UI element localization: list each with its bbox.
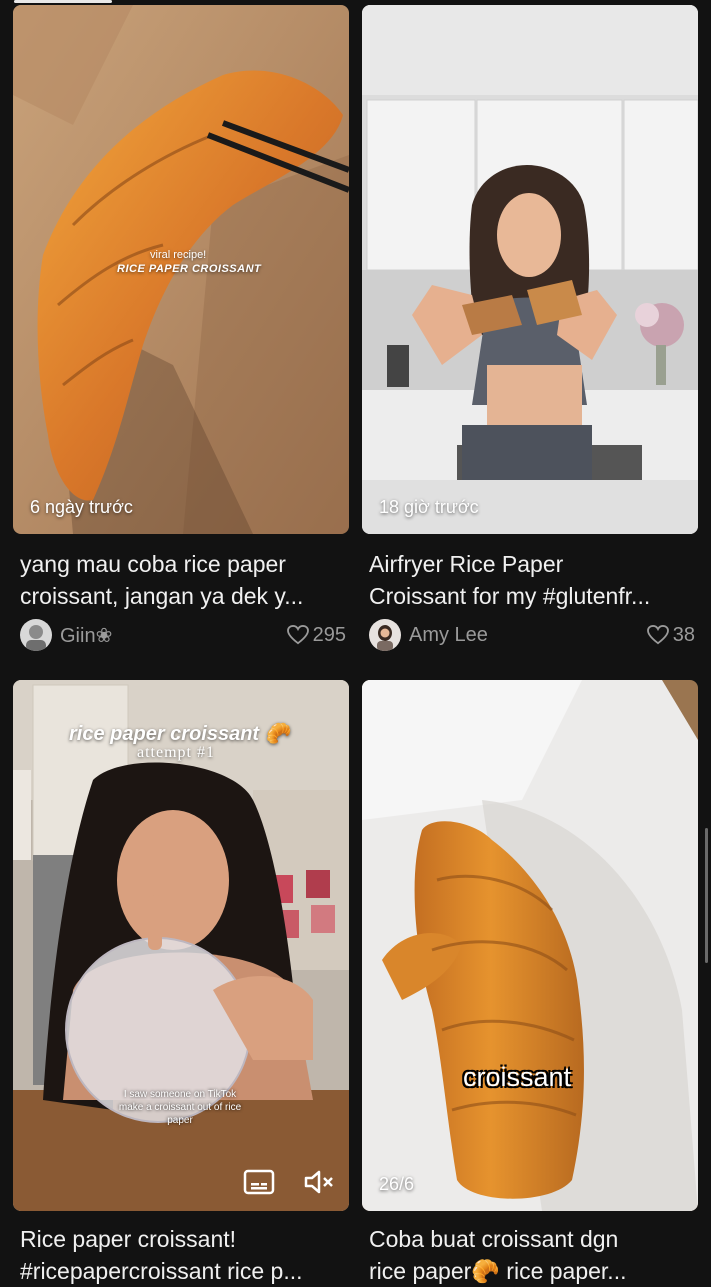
baked-croissant-photo	[362, 680, 698, 1211]
author-avatar[interactable]	[369, 619, 401, 651]
top-progress-indicator	[14, 0, 112, 3]
post-date: 6 ngày trước	[30, 497, 133, 517]
video-title[interactable]: Coba buat croissant dgn rice paper🥐 rice…	[369, 1223, 695, 1287]
author-avatar[interactable]	[20, 619, 52, 651]
like-count[interactable]: 295	[286, 624, 346, 647]
video-title[interactable]: Rice paper croissant! #ricepapercroissan…	[20, 1223, 346, 1287]
scrollbar[interactable]	[705, 828, 708, 963]
video-title[interactable]: Airfryer Rice Paper Croissant for my #gl…	[369, 548, 695, 612]
overlay-title: rice paper croissant 🥐	[69, 723, 290, 745]
video-meta: Giin❀ 295	[20, 618, 346, 652]
overlay-caption: I saw someone on TikTok make a croissant…	[118, 1089, 242, 1126]
kitchen-photo	[362, 5, 698, 534]
video-thumbnail[interactable]: viral recipe! RICE PAPER CROISSANT 6 ngà…	[13, 5, 349, 534]
post-date: 18 giờ trước	[379, 497, 479, 517]
video-meta: Amy Lee 38	[369, 618, 695, 652]
speaker-muted-icon	[304, 1170, 333, 1194]
video-thumbnail[interactable]: 18 giờ trước	[362, 5, 698, 534]
like-count[interactable]: 38	[646, 624, 695, 647]
overlay-caption-small: viral recipe!	[150, 249, 207, 261]
overlay-word: croissant	[463, 1062, 572, 1092]
post-date: 26/6	[379, 1174, 415, 1194]
author-name[interactable]: Amy Lee	[409, 624, 647, 647]
captions-button[interactable]	[241, 1166, 277, 1198]
mute-button[interactable]	[301, 1166, 337, 1198]
heart-icon	[646, 625, 669, 645]
heart-icon	[286, 625, 309, 645]
author-name[interactable]: Giin❀	[60, 623, 287, 648]
overlay-subtitle: attempt #1	[137, 744, 215, 761]
video-thumbnail[interactable]: rice paper croissant 🥐 attempt #1 I saw …	[13, 680, 349, 1211]
overlay-caption-title: RICE PAPER CROISSANT	[117, 263, 262, 275]
captions-icon	[243, 1169, 275, 1195]
video-title[interactable]: yang mau coba rice paper croissant, jang…	[20, 548, 346, 612]
video-thumbnail[interactable]: croissant 26/6	[362, 680, 698, 1211]
